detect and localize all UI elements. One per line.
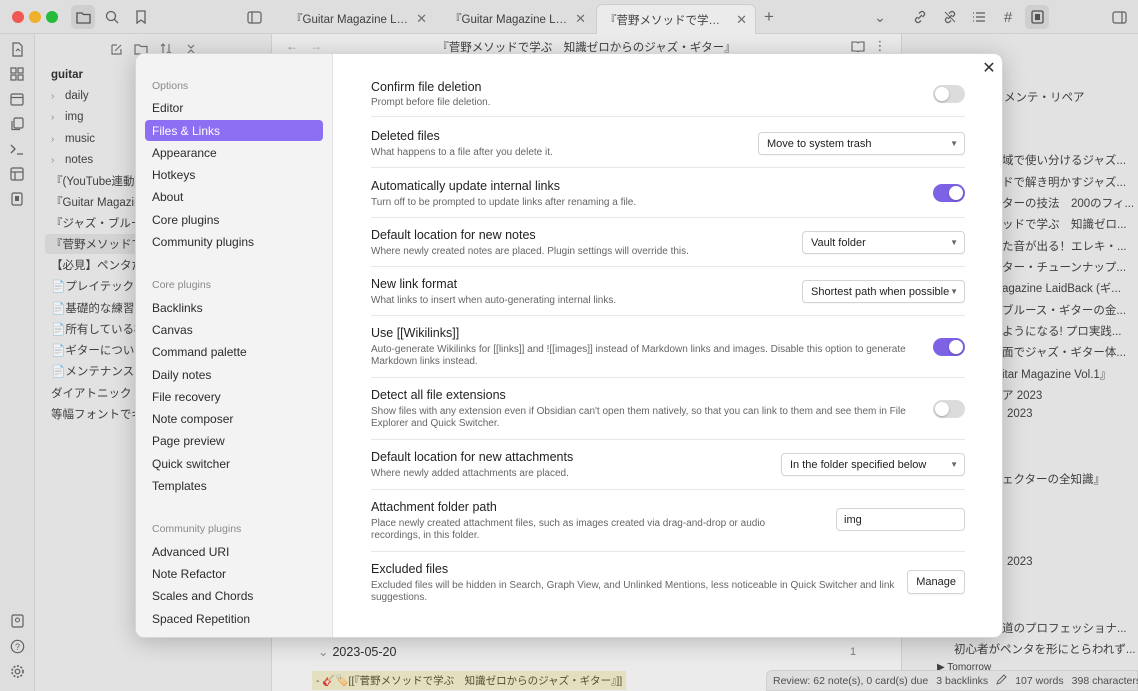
setting-detect-all-extensions: Detect all file extensions Show files wi… [371, 378, 965, 440]
confirm-deletion-toggle[interactable] [933, 85, 965, 103]
new-notes-location-dropdown[interactable]: Vault folder ▼ [802, 231, 965, 254]
wikilinks-toggle[interactable] [933, 338, 965, 356]
setting-description: Excluded files will be hidden in Search,… [371, 580, 895, 603]
settings-nav-about[interactable]: About [145, 186, 323, 207]
settings-nav-command-palette[interactable]: Command palette [145, 341, 323, 362]
setting-name: Excluded files [371, 562, 449, 576]
setting-name: Confirm file deletion [371, 80, 482, 94]
settings-nav-appearance[interactable]: Appearance [145, 142, 323, 163]
settings-nav-page-preview[interactable]: Page preview [145, 430, 323, 451]
setting-name: Attachment folder path [371, 500, 497, 514]
settings-modal: Options Editor Files & Links Appearance … [135, 53, 1003, 638]
auto-update-links-toggle[interactable] [933, 184, 965, 202]
settings-nav-templates[interactable]: Templates [145, 475, 323, 496]
chevron-down-icon: ▼ [950, 238, 958, 247]
setting-name: Default location for new notes [371, 228, 536, 242]
setting-new-link-format: New link format What links to insert whe… [371, 267, 965, 316]
setting-name: Automatically update internal links [371, 179, 560, 193]
setting-auto-update-links: Automatically update internal links Turn… [371, 168, 965, 218]
settings-nav-quick-switcher[interactable]: Quick switcher [145, 453, 323, 474]
dropdown-value: Move to system trash [767, 137, 872, 150]
chevron-down-icon: ▼ [950, 287, 958, 296]
setting-excluded-files: Excluded files Excluded files will be hi… [371, 552, 965, 614]
setting-default-location-notes: Default location for new notes Where new… [371, 218, 965, 267]
setting-use-wikilinks: Use [[Wikilinks]] Auto-generate Wikilink… [371, 316, 965, 378]
setting-name: New link format [371, 277, 458, 291]
link-format-dropdown[interactable]: Shortest path when possible ▼ [802, 280, 965, 303]
settings-nav-advanced-uri[interactable]: Advanced URI [145, 541, 323, 562]
setting-name: Deleted files [371, 129, 440, 143]
community-plugins-group-header: Community plugins [152, 523, 242, 535]
setting-description: What happens to a file after you delete … [371, 147, 553, 158]
setting-name: Use [[Wikilinks]] [371, 326, 460, 340]
settings-nav-community-plugins[interactable]: Community plugins [145, 231, 323, 252]
settings-nav-spaced-repetition[interactable]: Spaced Repetition [145, 608, 323, 629]
settings-nav-files-links[interactable]: Files & Links [145, 120, 323, 141]
setting-description: Prompt before file deletion. [371, 97, 491, 108]
dropdown-value: In the folder specified below [790, 458, 927, 471]
chevron-down-icon: ▼ [950, 460, 958, 469]
settings-nav-scales-and-chords[interactable]: Scales and Chords [145, 585, 323, 606]
dropdown-value: Vault folder [811, 236, 866, 249]
setting-attachment-folder-path: Attachment folder path Place newly creat… [371, 490, 965, 552]
setting-name: Detect all file extensions [371, 388, 506, 402]
settings-nav-canvas[interactable]: Canvas [145, 319, 323, 340]
setting-description: Where newly created notes are placed. Pl… [371, 246, 689, 257]
setting-confirm-file-deletion: Confirm file deletion Prompt before file… [371, 77, 965, 117]
settings-nav-hotkeys[interactable]: Hotkeys [145, 164, 323, 185]
setting-description: Auto-generate Wikilinks for [[links]] an… [371, 344, 906, 367]
settings-nav-note-composer[interactable]: Note composer [145, 408, 323, 429]
setting-default-location-attachments: Default location for new attachments Whe… [371, 440, 965, 490]
setting-name: Default location for new attachments [371, 450, 574, 464]
settings-nav-file-recovery[interactable]: File recovery [145, 386, 323, 407]
detect-extensions-toggle[interactable] [933, 400, 965, 418]
setting-description: Show files with any extension even if Ob… [371, 406, 906, 429]
attachments-location-dropdown[interactable]: In the folder specified below ▼ [781, 453, 965, 476]
options-group-header: Options [152, 80, 189, 92]
settings-nav-daily-notes[interactable]: Daily notes [145, 364, 323, 385]
deleted-files-dropdown[interactable]: Move to system trash ▼ [758, 132, 965, 155]
setting-description: Turn off to be prompted to update links … [371, 197, 637, 208]
setting-deleted-files: Deleted files What happens to a file aft… [371, 118, 965, 168]
setting-description: Where newly added attachments are placed… [371, 468, 569, 479]
setting-description: What links to insert when auto-generatin… [371, 295, 617, 306]
dropdown-value: Shortest path when possible [811, 285, 950, 298]
core-plugins-group-header: Core plugins [152, 279, 211, 291]
setting-description: Place newly created attachment files, su… [371, 518, 766, 541]
settings-nav-backlinks[interactable]: Backlinks [145, 297, 323, 318]
close-icon[interactable]: ✕ [979, 58, 999, 78]
manage-excluded-files-button[interactable]: Manage [907, 570, 965, 594]
settings-nav-note-refactor[interactable]: Note Refactor [145, 563, 323, 584]
settings-nav-editor[interactable]: Editor [145, 97, 323, 118]
settings-nav-core-plugins[interactable]: Core plugins [145, 209, 323, 230]
chevron-down-icon: ▼ [950, 139, 958, 148]
attachment-folder-input[interactable]: img [836, 508, 965, 531]
settings-sidebar: Options Editor Files & Links Appearance … [136, 54, 333, 637]
